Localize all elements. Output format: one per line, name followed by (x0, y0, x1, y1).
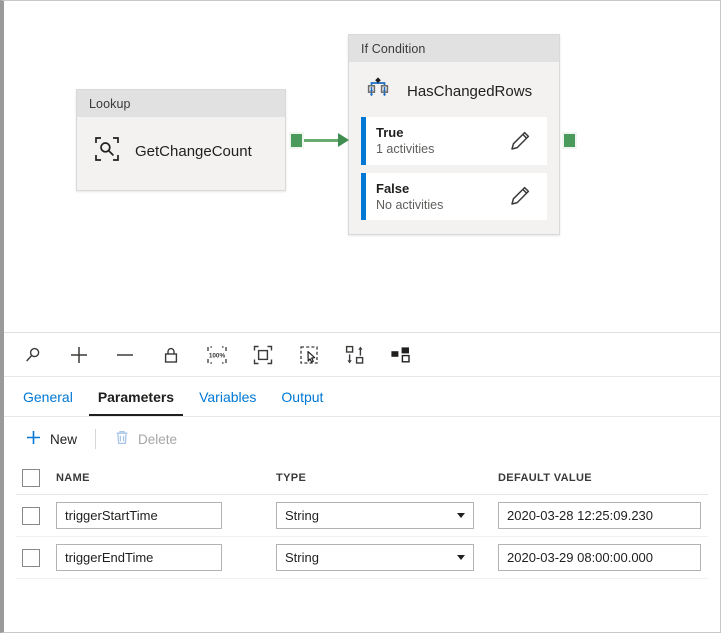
activity-lookup-title: GetChangeCount (135, 143, 252, 160)
row-checkbox[interactable] (22, 507, 40, 525)
properties-tabs: General Parameters Variables Output (4, 377, 720, 417)
zoom-100-percent-icon[interactable]: 100% (194, 335, 240, 375)
parameter-name-input[interactable]: triggerEndTime (56, 544, 222, 571)
column-header-type: TYPE (276, 472, 498, 484)
plus-icon (25, 429, 42, 449)
activity-if-condition[interactable]: If Condition (348, 34, 560, 235)
auto-align-icon[interactable] (332, 335, 378, 375)
parameter-type-select[interactable]: String (276, 544, 474, 571)
if-condition-branches: True 1 activities (349, 113, 559, 234)
canvas-toolbar: 100% (4, 333, 720, 377)
parameters-table-header: NAME TYPE DEFAULT VALUE (16, 461, 708, 495)
parameters-table: NAME TYPE DEFAULT VALUE triggerStartTime… (4, 461, 720, 579)
lock-icon[interactable] (148, 335, 194, 375)
pencil-icon[interactable] (507, 183, 533, 209)
activity-if-condition-title: HasChangedRows (407, 83, 532, 100)
parameter-type-select[interactable]: String (276, 502, 474, 529)
parameter-default-value-input[interactable]: 2020-03-28 12:25:09.230 (498, 502, 701, 529)
trash-icon (114, 429, 130, 449)
column-header-name: NAME (56, 472, 276, 484)
zoom-search-icon[interactable] (10, 335, 56, 375)
activity-lookup-header: Lookup (77, 90, 285, 117)
branch-false-label: False (376, 180, 507, 197)
delete-parameter-button[interactable]: Delete (105, 424, 186, 454)
branch-true-activity-count: 1 activities (376, 141, 507, 158)
table-row[interactable]: triggerStartTime String 2020-03-28 12:25… (16, 495, 708, 537)
pipeline-canvas[interactable]: Lookup GetChangeCount If Condition (4, 1, 720, 333)
tab-output[interactable]: Output (272, 389, 332, 416)
tab-parameters[interactable]: Parameters (89, 389, 183, 416)
parameter-type-value: String (285, 550, 319, 565)
marquee-select-icon[interactable] (286, 335, 332, 375)
select-all-checkbox[interactable] (22, 469, 40, 487)
zoom-in-icon[interactable] (56, 335, 102, 375)
new-parameter-button[interactable]: New (16, 424, 86, 454)
pencil-icon[interactable] (507, 128, 533, 154)
branch-row-false[interactable]: False No activities (361, 173, 547, 221)
row-checkbox[interactable] (22, 549, 40, 567)
connector-output-if-condition[interactable] (562, 132, 577, 149)
pipeline-editor: Lookup GetChangeCount If Condition (0, 0, 721, 633)
branch-row-true[interactable]: True 1 activities (361, 117, 547, 165)
if-condition-branch-icon (363, 74, 393, 109)
table-row[interactable]: triggerEndTime String 2020-03-29 08:00:0… (16, 537, 708, 579)
tab-general[interactable]: General (14, 389, 82, 416)
tab-variables[interactable]: Variables (190, 389, 265, 416)
parameters-command-bar: New Delete (4, 417, 720, 461)
chevron-down-icon (457, 513, 465, 518)
svg-text:100%: 100% (209, 352, 226, 359)
activity-if-condition-header: If Condition (349, 35, 559, 62)
group-shapes-icon[interactable] (378, 335, 424, 375)
parameter-type-value: String (285, 508, 319, 523)
chevron-down-icon (457, 555, 465, 560)
new-parameter-label: New (50, 432, 77, 447)
connector-line (304, 139, 340, 142)
connector-arrowhead-icon (338, 133, 349, 147)
zoom-out-icon[interactable] (102, 335, 148, 375)
activity-lookup[interactable]: Lookup GetChangeCount (76, 89, 286, 191)
parameter-name-input[interactable]: triggerStartTime (56, 502, 222, 529)
branch-true-label: True (376, 124, 507, 141)
connector-output-lookup[interactable] (289, 132, 304, 149)
parameter-default-value-input[interactable]: 2020-03-29 08:00:00.000 (498, 544, 701, 571)
delete-parameter-label: Delete (138, 432, 177, 447)
branch-false-activity-count: No activities (376, 197, 507, 214)
column-header-default-value: DEFAULT VALUE (498, 472, 708, 484)
fit-to-screen-icon[interactable] (240, 335, 286, 375)
command-separator (95, 429, 96, 449)
lookup-magnifier-icon (93, 135, 121, 168)
